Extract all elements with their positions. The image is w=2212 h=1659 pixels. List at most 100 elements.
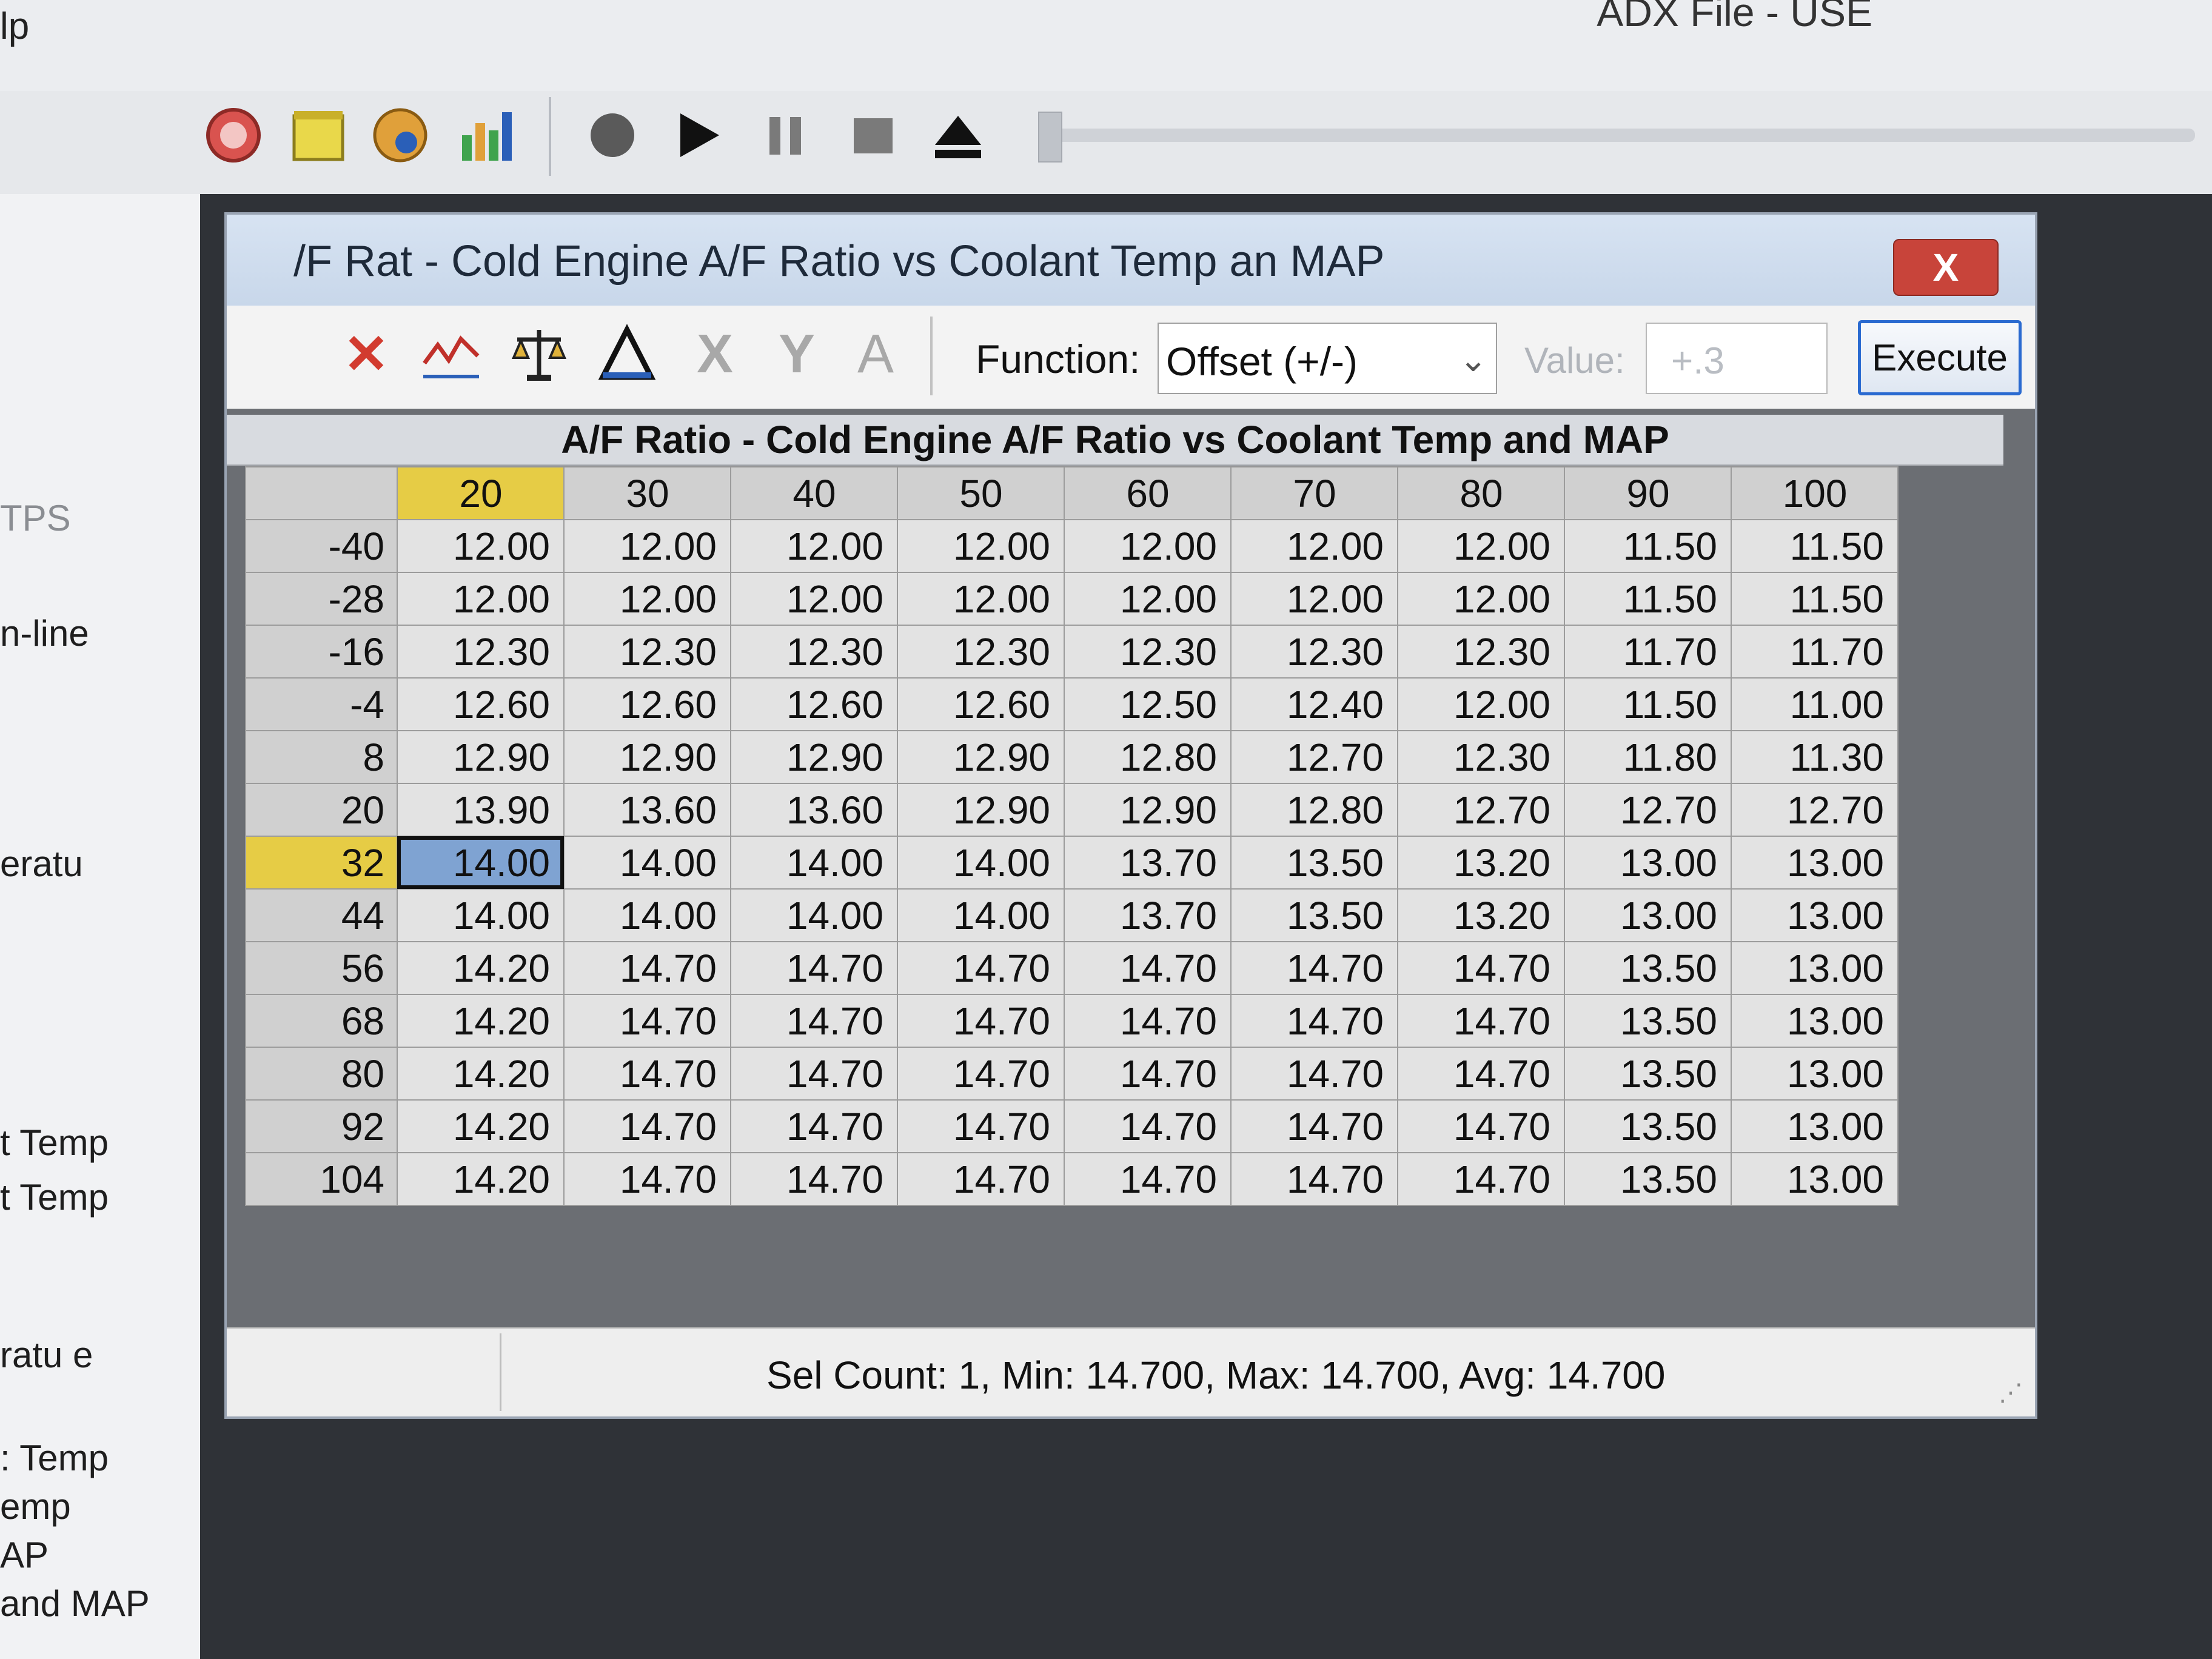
column-header[interactable]: 80: [1397, 466, 1565, 520]
bar-chart-icon[interactable]: [452, 102, 518, 169]
gauge-icon[interactable]: [200, 102, 267, 169]
table-cell[interactable]: 13.00: [1731, 994, 1899, 1048]
table-cell[interactable]: 12.00: [1064, 519, 1232, 573]
pause-icon[interactable]: [752, 102, 819, 169]
table-cell[interactable]: 12.00: [1397, 572, 1565, 626]
table-cell[interactable]: 14.70: [1397, 1047, 1565, 1101]
left-item[interactable]: ratu e: [0, 1334, 93, 1376]
table-cell[interactable]: 14.70: [1230, 994, 1398, 1048]
record-icon[interactable]: [579, 102, 646, 169]
left-item[interactable]: : Temp: [0, 1437, 109, 1479]
table-cell[interactable]: 14.20: [397, 994, 565, 1048]
row-header[interactable]: 80: [245, 1047, 398, 1101]
table-cell[interactable]: 11.80: [1564, 730, 1732, 784]
row-header[interactable]: 32: [245, 836, 398, 890]
table-cell[interactable]: 11.50: [1564, 572, 1732, 626]
row-header[interactable]: 68: [245, 994, 398, 1048]
row-header[interactable]: 92: [245, 1099, 398, 1153]
play-icon[interactable]: [664, 102, 731, 169]
table-cell[interactable]: 14.70: [1230, 1047, 1398, 1101]
table-cell[interactable]: 12.00: [1230, 519, 1398, 573]
table-cell[interactable]: 14.70: [730, 1047, 898, 1101]
table-cell[interactable]: 14.70: [897, 1152, 1065, 1206]
function-select[interactable]: Offset (+/-) ⌄: [1158, 323, 1497, 394]
left-item[interactable]: emp: [0, 1486, 71, 1527]
stop-icon[interactable]: [840, 102, 907, 169]
table-cell[interactable]: 11.50: [1564, 519, 1732, 573]
table-cell[interactable]: 12.00: [730, 572, 898, 626]
table-cell[interactable]: 14.70: [1064, 941, 1232, 995]
column-header[interactable]: 20: [397, 466, 565, 520]
table-cell[interactable]: 12.60: [563, 677, 731, 731]
row-header[interactable]: -40: [245, 519, 398, 573]
table-cell[interactable]: 11.00: [1731, 677, 1899, 731]
table-cell[interactable]: 12.90: [897, 730, 1065, 784]
table-cell[interactable]: 12.70: [1397, 783, 1565, 837]
table-cell[interactable]: 14.70: [563, 1047, 731, 1101]
table-cell[interactable]: 13.50: [1564, 994, 1732, 1048]
table-cell[interactable]: 13.60: [730, 783, 898, 837]
table-cell[interactable]: 12.30: [1230, 625, 1398, 679]
table-cell[interactable]: 12.60: [897, 677, 1065, 731]
table-cell[interactable]: 14.70: [1064, 1099, 1232, 1153]
table-cell[interactable]: 12.30: [397, 625, 565, 679]
table-cell[interactable]: 13.70: [1064, 888, 1232, 942]
table-cell[interactable]: 12.60: [397, 677, 565, 731]
table-cell[interactable]: 13.50: [1564, 941, 1732, 995]
table-cell[interactable]: 12.30: [563, 625, 731, 679]
table-cell[interactable]: 14.70: [730, 941, 898, 995]
table-cell[interactable]: 12.90: [730, 730, 898, 784]
row-header[interactable]: -28: [245, 572, 398, 626]
table-cell[interactable]: 13.00: [1731, 836, 1899, 890]
table-cell[interactable]: 11.50: [1731, 572, 1899, 626]
dialog-title-bar[interactable]: /F Rat - Cold Engine A/F Ratio vs Coolan…: [227, 215, 2035, 307]
table-cell[interactable]: 14.00: [730, 888, 898, 942]
left-item[interactable]: n-line: [0, 612, 89, 654]
close-button[interactable]: X: [1893, 239, 1999, 296]
table-cell[interactable]: 13.50: [1230, 836, 1398, 890]
table-cell[interactable]: 13.50: [1564, 1099, 1732, 1153]
table-cell[interactable]: 14.70: [1230, 941, 1398, 995]
triangle-icon[interactable]: [591, 318, 663, 390]
table-cell[interactable]: 11.30: [1731, 730, 1899, 784]
row-header[interactable]: 20: [245, 783, 398, 837]
table-cell[interactable]: 12.40: [1230, 677, 1398, 731]
table-cell[interactable]: 14.20: [397, 1047, 565, 1101]
column-header[interactable]: 60: [1064, 466, 1232, 520]
table-cell[interactable]: 12.50: [1064, 677, 1232, 731]
table-cell[interactable]: 11.70: [1564, 625, 1732, 679]
table-cell[interactable]: 14.20: [397, 1152, 565, 1206]
text-icon[interactable]: A: [839, 318, 912, 390]
table-cell[interactable]: 13.00: [1731, 1047, 1899, 1101]
table-cell[interactable]: 12.30: [730, 625, 898, 679]
table-cell[interactable]: 12.00: [1397, 677, 1565, 731]
table-cell[interactable]: 14.00: [397, 888, 565, 942]
table-cell[interactable]: 11.70: [1731, 625, 1899, 679]
menu-help[interactable]: lp: [0, 5, 29, 48]
table-cell[interactable]: 13.50: [1230, 888, 1398, 942]
table-cell[interactable]: 12.00: [563, 572, 731, 626]
table-cell[interactable]: 12.70: [1731, 783, 1899, 837]
interpolate-icon[interactable]: Y: [760, 318, 833, 390]
table-cell[interactable]: 13.70: [1064, 836, 1232, 890]
table-cell[interactable]: 12.30: [1397, 625, 1565, 679]
table-cell[interactable]: 11.50: [1564, 677, 1732, 731]
table-cell[interactable]: 12.30: [1397, 730, 1565, 784]
table-cell[interactable]: 13.20: [1397, 836, 1565, 890]
table-cell[interactable]: 12.00: [897, 572, 1065, 626]
execute-button[interactable]: Execute: [1858, 320, 2022, 395]
table-cell[interactable]: 14.70: [1064, 1152, 1232, 1206]
resize-grip-icon[interactable]: ⋰: [1999, 1379, 2023, 1407]
table-cell[interactable]: 14.00: [563, 836, 731, 890]
table-cell[interactable]: 14.70: [897, 941, 1065, 995]
table-cell[interactable]: 14.70: [1397, 994, 1565, 1048]
table-cell[interactable]: 14.20: [397, 941, 565, 995]
table-cell[interactable]: 14.70: [1397, 1099, 1565, 1153]
table-cell[interactable]: 12.90: [563, 730, 731, 784]
left-item[interactable]: eratu: [0, 843, 83, 885]
table-cell[interactable]: 12.00: [397, 572, 565, 626]
left-item[interactable]: AP: [0, 1534, 49, 1576]
table-cell[interactable]: 14.00: [397, 836, 565, 890]
column-header[interactable]: 30: [563, 466, 731, 520]
table-cell[interactable]: 13.00: [1564, 836, 1732, 890]
